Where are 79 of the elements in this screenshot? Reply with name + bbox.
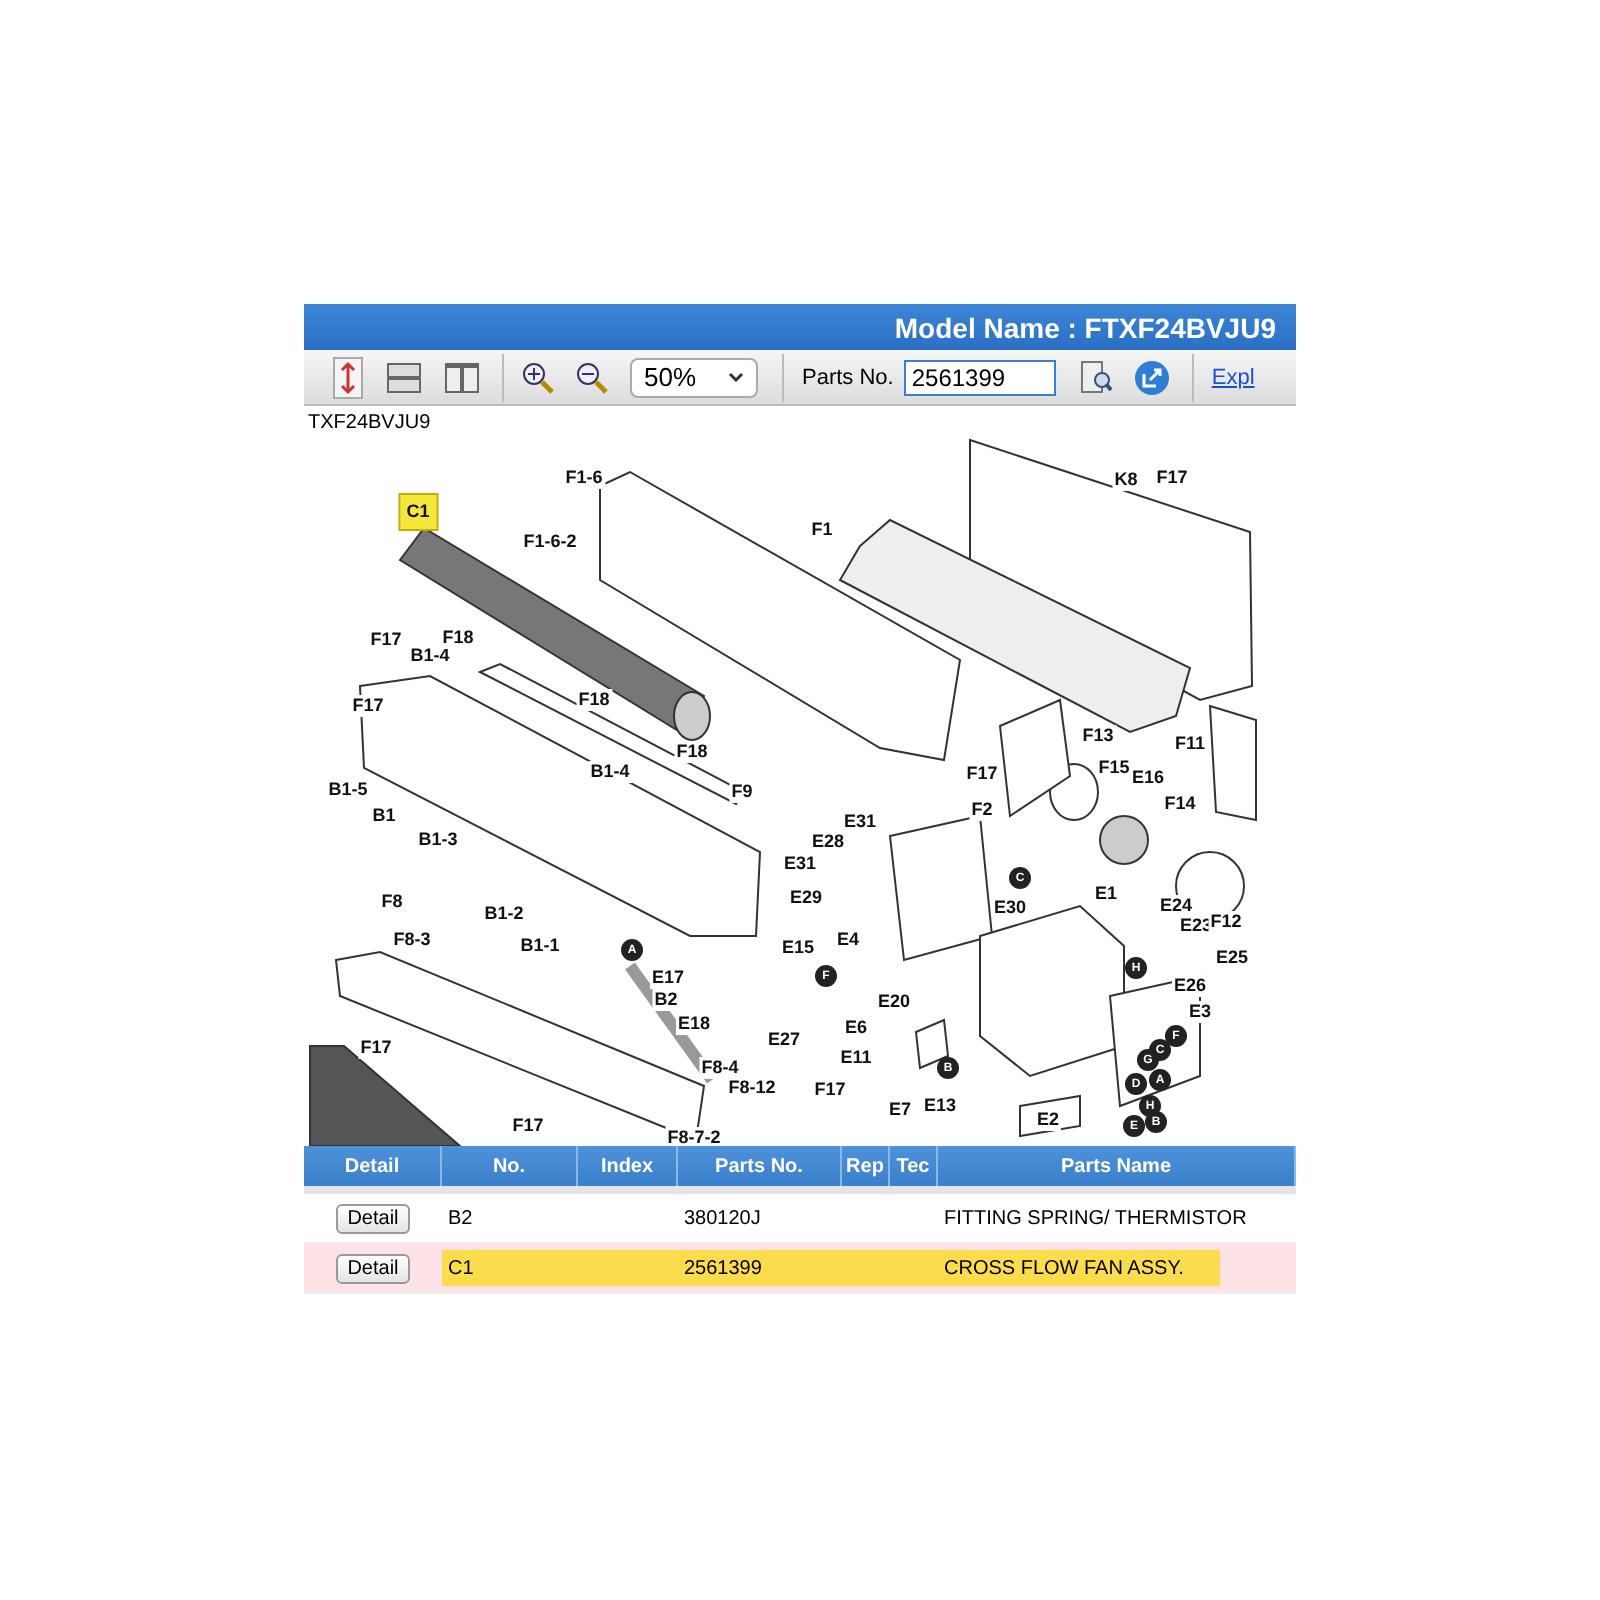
part-callout[interactable]: F17 [358, 1037, 394, 1059]
part-callout[interactable]: F8 [379, 891, 405, 913]
table-row[interactable]: Detail C1 2561399 CROSS FLOW FAN ASSY. [304, 1244, 1296, 1294]
diagram-caption: TXF24BVJU9 [308, 412, 431, 434]
part-callout[interactable]: E16 [1130, 767, 1166, 789]
part-callout[interactable]: B1 [370, 805, 398, 827]
part-callout[interactable]: E28 [810, 831, 846, 853]
part-callout[interactable]: E11 [838, 1047, 874, 1069]
part-callout[interactable]: B1-2 [482, 903, 526, 925]
part-callout[interactable]: F18 [576, 689, 612, 711]
part-callout[interactable]: E24 [1158, 895, 1194, 917]
part-callout[interactable]: F8-4 [699, 1057, 741, 1079]
column-header[interactable]: No. [442, 1146, 578, 1186]
part-callout[interactable]: E31 [782, 853, 818, 875]
table-cell: C1 [442, 1250, 578, 1286]
part-callout[interactable]: F17 [812, 1079, 848, 1101]
part-callout[interactable]: E18 [676, 1013, 712, 1035]
part-callout[interactable]: F18 [674, 741, 710, 763]
part-callout[interactable]: F13 [1080, 725, 1116, 747]
column-header[interactable]: Detail [304, 1146, 442, 1186]
part-callout[interactable]: F11 [1173, 733, 1207, 755]
part-callout[interactable]: F1-6-2 [521, 531, 579, 553]
part-callout[interactable]: F17 [510, 1115, 546, 1137]
part-callout[interactable]: F14 [1162, 793, 1198, 815]
column-header[interactable]: Index [578, 1146, 678, 1186]
part-callout[interactable]: F9 [729, 781, 755, 803]
detail-button[interactable]: Detail [335, 1203, 411, 1233]
part-callout[interactable]: B1-4 [408, 645, 452, 667]
part-callout[interactable]: F8-12 [726, 1077, 778, 1099]
table-cell-text: FITTING SPRING/ THERMISTOR [942, 1205, 1247, 1233]
part-callout[interactable]: E4 [835, 929, 861, 951]
part-callout[interactable]: F15 [1096, 757, 1132, 779]
part-callout[interactable]: B1-5 [326, 779, 370, 801]
part-callout[interactable]: F8-7-2 [665, 1127, 723, 1146]
part-callout[interactable]: E25 [1214, 947, 1250, 969]
part-callout[interactable]: F17 [964, 763, 1000, 785]
part-callout[interactable]: K8 [1112, 469, 1140, 491]
table-cell: 2561399 [678, 1250, 842, 1286]
part-callout[interactable]: E31 [842, 811, 878, 833]
column-header[interactable]: Parts No. [678, 1146, 842, 1186]
part-callout[interactable]: B1-1 [518, 935, 562, 957]
part-callout[interactable]: F18 [440, 627, 476, 649]
part-callout[interactable]: F17 [368, 629, 404, 651]
parts-no-field[interactable]: 2561399 [903, 359, 1056, 395]
part-callout[interactable]: E2 [1035, 1109, 1061, 1131]
part-callout[interactable]: F17 [1154, 467, 1190, 489]
part-callout[interactable]: E1 [1093, 883, 1119, 905]
part-callout[interactable]: E20 [876, 991, 912, 1013]
parts-no-label: Parts No. [802, 365, 894, 389]
part-callout[interactable]: E6 [843, 1017, 869, 1039]
part-callout[interactable]: E13 [922, 1095, 958, 1117]
zoom-dropdown[interactable]: 50% [630, 357, 758, 397]
column-header[interactable]: Rep [842, 1146, 890, 1186]
part-callout[interactable]: C1 [400, 495, 436, 529]
column-header[interactable]: Parts Name [938, 1146, 1296, 1186]
part-callout[interactable]: E3 [1187, 1001, 1213, 1023]
part-callout[interactable]: E15 [780, 937, 816, 959]
part-callout[interactable]: F2 [969, 799, 995, 821]
part-callout[interactable]: F17 [350, 695, 386, 717]
part-callout[interactable]: B2 [652, 989, 680, 1011]
part-callout[interactable]: E30 [992, 897, 1028, 919]
part-callout[interactable]: E29 [788, 887, 824, 909]
part-callout[interactable]: E7 [887, 1099, 913, 1121]
explode-link[interactable]: Expl [1211, 365, 1255, 389]
part-callout[interactable]: F1-6 [563, 467, 605, 489]
part-callout[interactable]: F1 [809, 519, 835, 541]
part-callout[interactable]: B1-4 [588, 761, 632, 783]
detail-button[interactable]: Detail [335, 1253, 411, 1283]
model-name-title: Model Name : FTXF24BVJU9 [894, 311, 1276, 343]
part-callout[interactable]: B1-3 [416, 829, 460, 851]
table-cell-text: 380120J [682, 1205, 763, 1233]
column-header[interactable]: Tec [890, 1146, 938, 1186]
part-callout[interactable]: E17 [650, 967, 686, 989]
part-callout[interactable]: F8-3 [391, 929, 433, 951]
part-callout[interactable]: F12 [1208, 911, 1244, 933]
table-cell: CROSS FLOW FAN ASSY. [938, 1250, 1220, 1286]
table-cell-text: B2 [446, 1205, 475, 1233]
part-callout[interactable]: E27 [766, 1029, 802, 1051]
part-callout[interactable]: E26 [1172, 975, 1208, 997]
